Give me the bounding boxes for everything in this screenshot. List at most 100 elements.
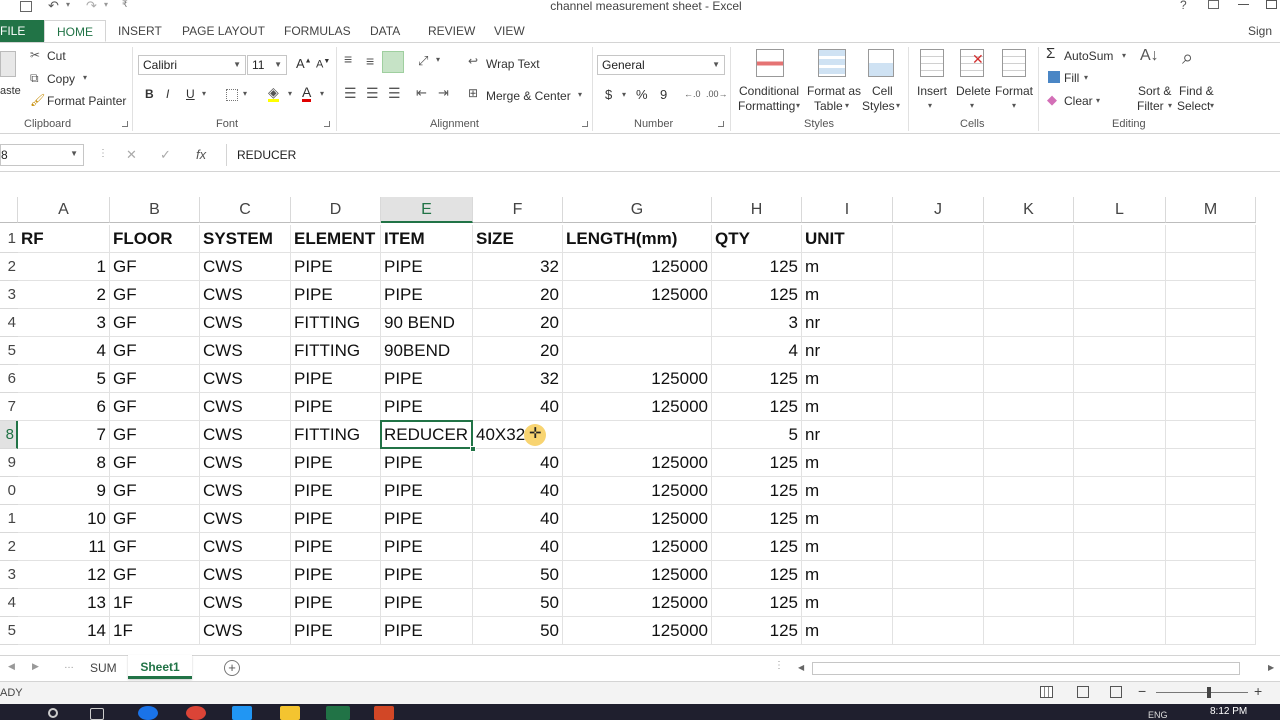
column-header-d[interactable]: D bbox=[291, 197, 381, 223]
table-cell[interactable]: 20 bbox=[473, 281, 563, 309]
table-cell[interactable]: PIPE bbox=[291, 477, 381, 505]
table-cell[interactable]: CWS bbox=[200, 393, 291, 421]
find-select-label-2[interactable]: Select bbox=[1177, 99, 1210, 113]
edge-icon[interactable] bbox=[138, 706, 158, 720]
table-cell[interactable] bbox=[893, 533, 984, 561]
column-title-cell[interactable]: SIZE bbox=[473, 225, 563, 253]
orientation-icon[interactable]: ⤢ bbox=[418, 53, 428, 69]
table-cell[interactable]: PIPE bbox=[381, 533, 473, 561]
table-cell[interactable]: CWS bbox=[200, 421, 291, 449]
cut-button[interactable]: Cut bbox=[47, 49, 66, 63]
table-cell[interactable]: 125000 bbox=[563, 617, 712, 645]
orientation-dropdown-icon[interactable]: ▾ bbox=[436, 55, 440, 64]
table-cell[interactable]: nr bbox=[802, 309, 893, 337]
column-header-e[interactable]: E bbox=[381, 197, 473, 223]
table-cell[interactable]: m bbox=[802, 589, 893, 617]
conditional-formatting-icon[interactable] bbox=[756, 49, 784, 77]
copy-dropdown-icon[interactable]: ▾ bbox=[83, 73, 87, 82]
table-cell[interactable] bbox=[1074, 365, 1166, 393]
table-cell[interactable]: GF bbox=[110, 421, 200, 449]
table-cell[interactable]: CWS bbox=[200, 505, 291, 533]
percent-button[interactable]: % bbox=[636, 87, 648, 102]
cell-styles-icon[interactable] bbox=[868, 49, 894, 77]
table-cell[interactable] bbox=[1166, 365, 1256, 393]
table-cell[interactable]: 2 bbox=[18, 281, 110, 309]
table-cell[interactable] bbox=[1166, 421, 1256, 449]
fill-color-dropdown-icon[interactable]: ▾ bbox=[288, 89, 292, 98]
table-cell[interactable] bbox=[1074, 477, 1166, 505]
search-icon[interactable] bbox=[48, 708, 58, 718]
format-cells-button[interactable]: Format bbox=[995, 84, 1033, 98]
table-cell[interactable] bbox=[984, 253, 1074, 281]
table-cell[interactable]: 125 bbox=[712, 589, 802, 617]
table-cell[interactable] bbox=[984, 281, 1074, 309]
table-cell[interactable]: 11 bbox=[18, 533, 110, 561]
table-cell[interactable] bbox=[1166, 393, 1256, 421]
worksheet-grid[interactable]: A B C D E F G H I J K L M 1 RF FLOOR SYSTEM ELEMENT ITEM SI… bbox=[0, 197, 1280, 655]
table-cell[interactable] bbox=[984, 449, 1074, 477]
paste-icon[interactable] bbox=[0, 51, 16, 77]
table-cell[interactable] bbox=[1074, 393, 1166, 421]
table-cell[interactable]: nr bbox=[802, 337, 893, 365]
table-cell[interactable] bbox=[893, 365, 984, 393]
table-cell[interactable]: PIPE bbox=[381, 253, 473, 281]
column-title-cell[interactable] bbox=[1074, 225, 1166, 253]
column-title-cell[interactable]: ELEMENT bbox=[291, 225, 381, 253]
column-title-cell[interactable]: ITEM bbox=[381, 225, 473, 253]
table-cell[interactable]: 32 bbox=[473, 253, 563, 281]
tab-formulas[interactable]: FORMULAS bbox=[276, 20, 359, 42]
column-header-f[interactable]: F bbox=[473, 197, 563, 223]
table-cell[interactable]: 125 bbox=[712, 561, 802, 589]
table-cell[interactable]: 125000 bbox=[563, 365, 712, 393]
fill-dropdown-icon[interactable]: ▾ bbox=[1084, 73, 1088, 82]
format-as-table-dropdown-icon[interactable]: ▾ bbox=[845, 101, 849, 110]
clipboard-launcher-icon[interactable] bbox=[122, 121, 128, 127]
number-launcher-icon[interactable] bbox=[718, 121, 724, 127]
table-cell[interactable] bbox=[1074, 281, 1166, 309]
new-sheet-button[interactable]: + bbox=[224, 660, 240, 676]
table-cell[interactable]: CWS bbox=[200, 337, 291, 365]
table-cell[interactable]: GF bbox=[110, 561, 200, 589]
table-cell[interactable] bbox=[1166, 477, 1256, 505]
table-cell[interactable] bbox=[984, 309, 1074, 337]
table-cell[interactable]: CWS bbox=[200, 449, 291, 477]
table-cell[interactable] bbox=[893, 561, 984, 589]
page-layout-view-icon[interactable] bbox=[1077, 686, 1089, 698]
ribbon-display-icon[interactable] bbox=[1208, 0, 1219, 9]
table-cell[interactable]: m bbox=[802, 393, 893, 421]
conditional-formatting-dropdown-icon[interactable]: ▾ bbox=[796, 101, 800, 110]
table-cell[interactable] bbox=[1074, 421, 1166, 449]
underline-dropdown-icon[interactable]: ▾ bbox=[202, 89, 206, 98]
middle-align-icon[interactable]: ≡ bbox=[366, 53, 374, 69]
help-icon[interactable]: ? bbox=[1180, 0, 1187, 12]
table-cell[interactable]: CWS bbox=[200, 281, 291, 309]
table-cell[interactable]: m bbox=[802, 505, 893, 533]
borders-icon[interactable] bbox=[226, 89, 238, 101]
table-cell[interactable]: 10 bbox=[18, 505, 110, 533]
borders-dropdown-icon[interactable]: ▾ bbox=[243, 89, 247, 98]
format-as-table-label-2[interactable]: Table bbox=[814, 99, 843, 113]
sort-filter-icon[interactable]: A↓ bbox=[1140, 47, 1159, 65]
row-header[interactable]: 8 bbox=[0, 421, 18, 449]
table-cell[interactable]: FITTING bbox=[291, 309, 381, 337]
tray-clock[interactable]: 8:12 PM bbox=[1210, 706, 1247, 717]
normal-view-icon[interactable] bbox=[1040, 686, 1053, 698]
row-header[interactable]: 4 bbox=[0, 589, 18, 617]
font-name-combo[interactable]: Calibri ▼ bbox=[138, 55, 246, 75]
merge-center-button[interactable]: Merge & Center bbox=[486, 89, 571, 103]
zoom-slider-thumb[interactable] bbox=[1207, 687, 1211, 698]
font-color-icon[interactable]: A bbox=[302, 85, 312, 102]
table-cell[interactable] bbox=[1166, 309, 1256, 337]
row-header[interactable]: 1 bbox=[0, 225, 18, 253]
table-cell[interactable]: PIPE bbox=[381, 449, 473, 477]
insert-dropdown-icon[interactable]: ▾ bbox=[928, 101, 932, 110]
table-cell[interactable]: m bbox=[802, 365, 893, 393]
table-cell[interactable]: 14 bbox=[18, 617, 110, 645]
cell-styles-label-2[interactable]: Styles bbox=[862, 99, 895, 113]
table-cell[interactable]: 20 bbox=[473, 309, 563, 337]
zoom-in-icon[interactable]: + bbox=[1254, 683, 1262, 699]
tab-view[interactable]: VIEW bbox=[486, 20, 533, 42]
wrap-text-button[interactable]: Wrap Text bbox=[486, 57, 540, 71]
table-cell[interactable] bbox=[984, 477, 1074, 505]
table-cell[interactable]: 20 bbox=[473, 337, 563, 365]
